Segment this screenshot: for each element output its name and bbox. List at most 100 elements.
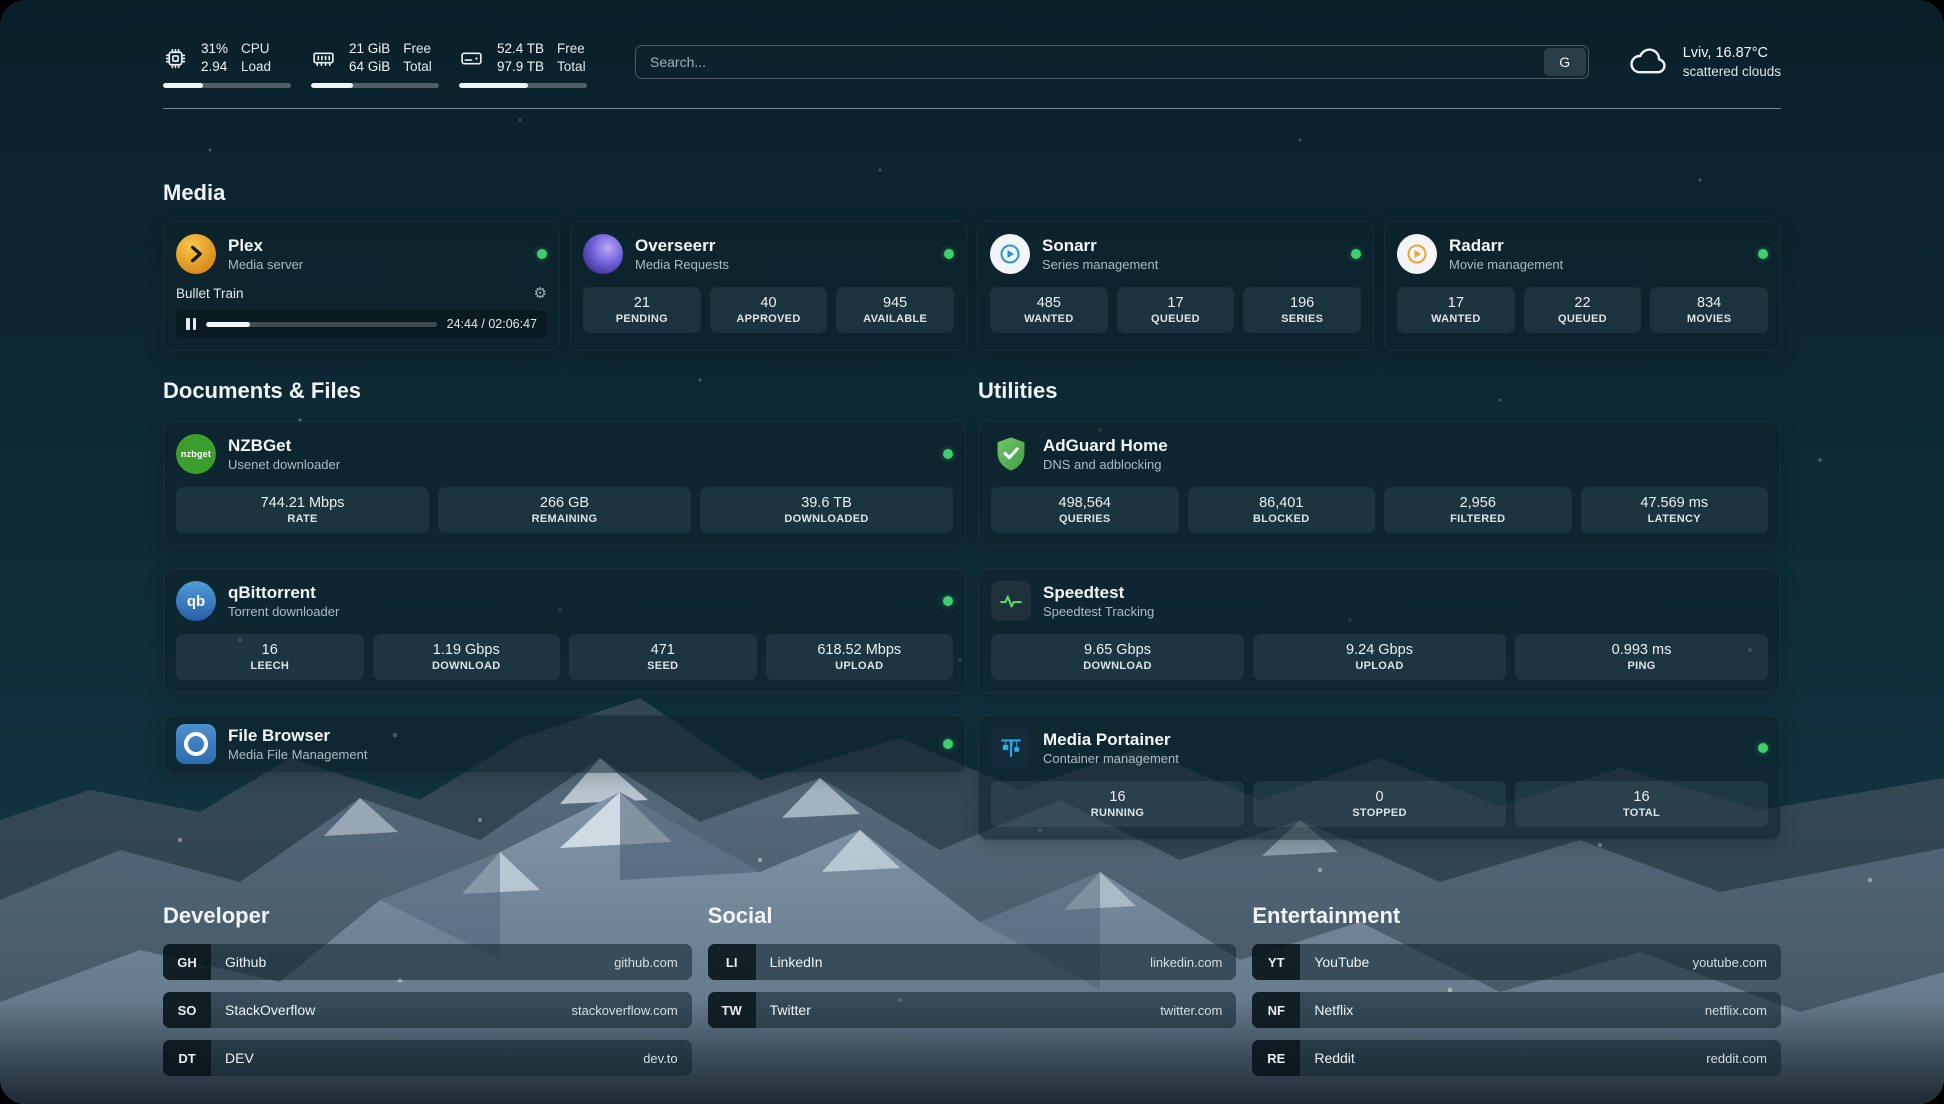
qbittorrent-icon: qb (176, 581, 216, 621)
nzbget-icon: nzbget (176, 434, 216, 474)
bookmark-name: Twitter (770, 1002, 811, 1018)
stat-value: 9.65 Gbps (1084, 642, 1151, 658)
stat-value: 266 GB (540, 495, 589, 511)
stat-value: 618.52 Mbps (817, 642, 901, 658)
stat-value: 0 (1375, 789, 1383, 805)
app-subtitle: Movie management (1449, 257, 1563, 274)
stat-label: APPROVED (736, 313, 800, 325)
bookmark-url: reddit.com (1706, 1051, 1767, 1066)
app-link-nzbget[interactable]: nzbget NZBGet Usenet downloader (176, 434, 953, 474)
stat-label: WANTED (1024, 313, 1073, 325)
app-name: NZBGet (228, 435, 340, 456)
memory-icon (311, 46, 336, 71)
app-name: AdGuard Home (1043, 435, 1168, 456)
app-subtitle: Media File Management (228, 747, 367, 764)
app-link-filebrowser[interactable]: File Browser Media File Management (176, 724, 953, 764)
stat-download: 1.19 Gbps DOWNLOAD (373, 634, 561, 680)
app-link-sonarr[interactable]: Sonarr Series management (990, 234, 1361, 274)
stats-row: 16 RUNNING 0 STOPPED 16 TOTAL (991, 781, 1768, 827)
top-bar: 31% 2.94 CPU Load (163, 40, 1781, 88)
app-link-plex[interactable]: Plex Media server (176, 234, 547, 274)
bookmark-name: StackOverflow (225, 1002, 315, 1018)
bookmark-stackoverflow[interactable]: SO StackOverflow stackoverflow.com (163, 992, 692, 1028)
bookmark-name: Github (225, 954, 266, 970)
stat-label: QUEUED (1151, 313, 1200, 325)
cpu-load-label: Load (241, 58, 271, 76)
section-title-developer: Developer (163, 902, 692, 930)
bookmark-netflix[interactable]: NF Netflix netflix.com (1252, 992, 1781, 1028)
app-card-radarr: Radarr Movie management 17 WANTED 22 QUE… (1384, 221, 1781, 351)
bookmarks-section: Developer GH Github github.com SO StackO… (163, 902, 1781, 1076)
stat-upload: 9.24 Gbps UPLOAD (1253, 634, 1506, 680)
bookmark-youtube[interactable]: YT YouTube youtube.com (1252, 944, 1781, 980)
documents-column: Documents & Files nzbget NZBGet Usenet d… (163, 377, 966, 840)
stat-value: 47.569 ms (1640, 495, 1708, 511)
search-input[interactable] (636, 46, 1542, 78)
status-dot-online (1758, 743, 1768, 753)
stat-value: 1.19 Gbps (433, 642, 500, 658)
stat-wanted: 485 WANTED (990, 287, 1108, 333)
stat-value: 21 (634, 295, 650, 311)
app-link-radarr[interactable]: Radarr Movie management (1397, 234, 1768, 274)
filebrowser-icon (176, 724, 216, 764)
stat-label: UPLOAD (1355, 660, 1403, 672)
settings-gear-icon[interactable]: ⚙ (534, 284, 547, 302)
stat-total: 16 TOTAL (1515, 781, 1768, 827)
app-subtitle: Torrent downloader (228, 604, 339, 621)
app-link-portainer[interactable]: Media Portainer Container management (991, 728, 1768, 768)
disk-progress-bar (459, 83, 587, 88)
app-card-filebrowser: File Browser Media File Management (163, 715, 966, 773)
stat-label: PING (1627, 660, 1655, 672)
dashboard-content: 31% 2.94 CPU Load (0, 0, 1944, 1076)
disk-monitor: 52.4 TB 97.9 TB Free Total (459, 40, 587, 88)
stat-label: AVAILABLE (863, 313, 927, 325)
weather-widget: Lviv, 16.87°C scattered clouds (1627, 43, 1781, 82)
speedtest-icon (991, 581, 1031, 621)
bookmark-name: LinkedIn (770, 954, 823, 970)
app-name: Media Portainer (1043, 729, 1179, 750)
ram-total-value: 64 GiB (349, 58, 390, 76)
app-card-plex: Plex Media server Bullet Train ⚙ 24:44 /… (163, 221, 560, 351)
app-link-qbittorrent[interactable]: qb qBittorrent Torrent downloader (176, 581, 953, 621)
bookmark-url: stackoverflow.com (571, 1003, 677, 1018)
ram-free-value: 21 GiB (349, 40, 390, 58)
overseerr-icon (583, 234, 623, 274)
social-column: Social LI LinkedIn linkedin.com TW Twitt… (708, 902, 1237, 1076)
status-dot-online (1351, 249, 1361, 259)
stat-value: 0.993 ms (1612, 642, 1672, 658)
app-subtitle: Usenet downloader (228, 457, 340, 474)
bookmark-reddit[interactable]: RE Reddit reddit.com (1252, 1040, 1781, 1076)
stat-label: DOWNLOAD (1083, 660, 1151, 672)
stat-label: LEECH (250, 660, 289, 672)
bookmark-dev[interactable]: DT DEV dev.to (163, 1040, 692, 1076)
stat-download: 9.65 Gbps DOWNLOAD (991, 634, 1244, 680)
search-engine-button[interactable]: G (1544, 48, 1586, 76)
bookmark-twitter[interactable]: TW Twitter twitter.com (708, 992, 1237, 1028)
playback-progress[interactable] (206, 322, 437, 327)
stat-label: FILTERED (1450, 513, 1505, 525)
stat-label: WANTED (1431, 313, 1480, 325)
sonarr-icon (990, 234, 1030, 274)
bookmark-abbr: SO (163, 992, 211, 1028)
app-link-adguard[interactable]: AdGuard Home DNS and adblocking (991, 434, 1768, 474)
stat-label: RUNNING (1091, 807, 1144, 819)
app-link-speedtest[interactable]: Speedtest Speedtest Tracking (991, 581, 1768, 621)
stat-value: 86,401 (1259, 495, 1303, 511)
pause-button[interactable] (186, 318, 196, 330)
stats-row: 498,564 QUERIES 86,401 BLOCKED 2,956 FIL… (991, 487, 1768, 533)
bookmark-github[interactable]: GH Github github.com (163, 944, 692, 980)
stat-value: 744.21 Mbps (261, 495, 345, 511)
stat-value: 9.24 Gbps (1346, 642, 1413, 658)
ram-free-label: Free (403, 40, 432, 58)
app-subtitle: Speedtest Tracking (1043, 604, 1154, 621)
section-title-social: Social (708, 902, 1237, 930)
bookmark-linkedin[interactable]: LI LinkedIn linkedin.com (708, 944, 1237, 980)
stat-filtered: 2,956 FILTERED (1384, 487, 1572, 533)
stat-label: TOTAL (1623, 807, 1660, 819)
bookmark-name: DEV (225, 1050, 254, 1066)
cpu-icon (163, 46, 188, 71)
bookmark-url: dev.to (643, 1051, 677, 1066)
stat-value: 2,956 (1460, 495, 1496, 511)
app-link-overseerr[interactable]: Overseerr Media Requests (583, 234, 954, 274)
social-bookmarks: LI LinkedIn linkedin.com TW Twitter twit… (708, 944, 1237, 1028)
